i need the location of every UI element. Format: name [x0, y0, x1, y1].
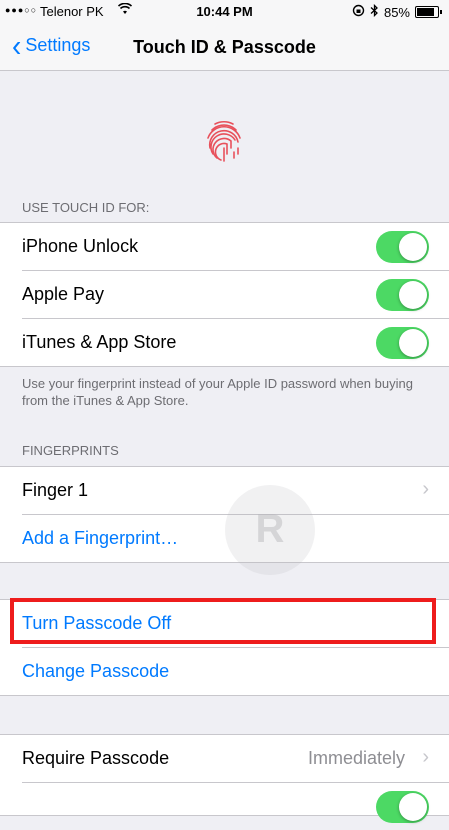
change-passcode-row[interactable]: Change Passcode — [22, 648, 449, 695]
touch-id-row-iphone-unlock: iPhone Unlock — [22, 223, 449, 271]
navigation-bar: ‹ Settings Touch ID & Passcode — [0, 24, 449, 71]
battery-icon — [415, 6, 442, 18]
require-passcode-group: Require Passcode Immediately › — [0, 734, 449, 823]
itunes-app-store-toggle[interactable] — [376, 327, 429, 359]
require-passcode-label: Require Passcode — [22, 748, 170, 768]
itunes-app-store-label: iTunes & App Store — [22, 332, 177, 352]
apple-pay-label: Apple Pay — [22, 284, 105, 304]
rotation-lock-icon — [352, 4, 365, 20]
fingerprints-section-header: FINGERPRINTS — [22, 443, 119, 458]
add-fingerprint-label: Add a Fingerprint… — [22, 528, 179, 548]
require-passcode-value: Immediately — [307, 748, 405, 768]
finger-1-label: Finger 1 — [22, 480, 89, 500]
touch-id-footer-note: Use your fingerprint instead of your App… — [22, 376, 413, 408]
watermark-logo: R — [225, 485, 315, 575]
change-passcode-label: Change Passcode — [22, 661, 170, 681]
fingerprint-icon — [202, 118, 246, 162]
toggle-knob — [399, 281, 427, 309]
toggle-knob — [399, 793, 427, 821]
touch-id-group: iPhone Unlock Apple Pay iTunes & App Sto… — [0, 222, 449, 367]
toggle-knob — [399, 329, 427, 357]
turn-passcode-off-label: Turn Passcode Off — [22, 613, 172, 633]
status-bar: ●●●○○ Telenor PK 10:44 PM 85% — [0, 0, 449, 24]
partial-toggle[interactable] — [376, 791, 429, 823]
passcode-group: Turn Passcode Off Change Passcode — [0, 599, 449, 696]
apple-pay-toggle[interactable] — [376, 279, 429, 311]
iphone-unlock-label: iPhone Unlock — [22, 236, 139, 256]
chevron-right-icon: › — [422, 746, 429, 768]
iphone-unlock-toggle[interactable] — [376, 231, 429, 263]
touch-id-row-apple-pay: Apple Pay — [22, 271, 449, 319]
bluetooth-icon — [370, 3, 379, 20]
touch-id-section-header: USE TOUCH ID FOR: — [22, 200, 150, 215]
turn-passcode-off-row[interactable]: Turn Passcode Off — [22, 600, 449, 648]
next-row-partial — [22, 783, 449, 830]
battery-percent: 85% — [383, 4, 410, 20]
touch-id-row-itunes-app-store: iTunes & App Store — [22, 319, 449, 366]
toggle-knob — [399, 233, 427, 261]
chevron-right-icon: › — [422, 478, 429, 500]
require-passcode-row[interactable]: Require Passcode Immediately › — [22, 735, 449, 783]
page-title: Touch ID & Passcode — [133, 37, 316, 57]
